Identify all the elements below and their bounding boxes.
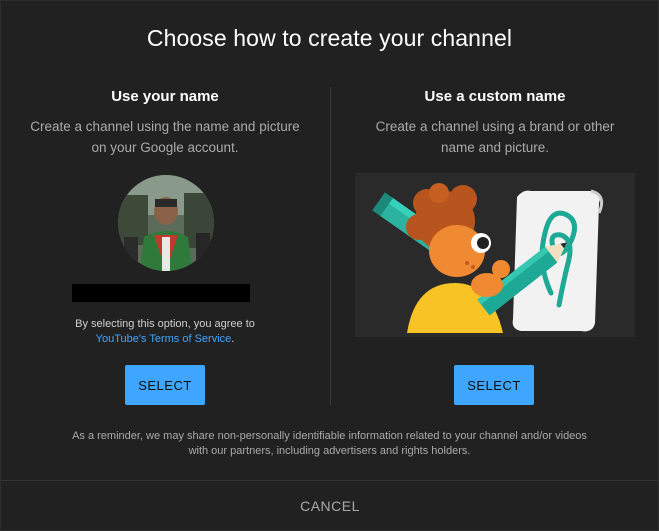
use-custom-name-desc-line2: name and picture. [440, 140, 550, 155]
select-use-your-name-button[interactable]: SELECT [125, 365, 205, 405]
footer-divider [1, 480, 658, 481]
custom-name-illustration [355, 173, 635, 337]
use-custom-name-desc-line1: Create a channel using a brand or other [375, 119, 615, 134]
privacy-reminder-line2: with our partners, including advertisers… [188, 445, 471, 457]
terms-suffix: . [231, 333, 235, 345]
use-your-name-option: Use your name Create a channel using the… [10, 85, 320, 405]
use-your-name-desc-line2: on your Google account. [91, 140, 239, 155]
dialog-title: Choose how to create your channel [146, 25, 513, 51]
cancel-button[interactable]: CANCEL [281, 489, 379, 523]
privacy-reminder-line1: As a reminder, we may share non-personal… [72, 430, 587, 442]
terms-agreement: By selecting this option, you agree to Y… [10, 317, 320, 347]
redacted-account-name [72, 284, 250, 302]
use-custom-name-heading: Use a custom name [424, 88, 566, 105]
use-custom-name-description: Create a channel using a brand or other … [345, 116, 645, 158]
use-your-name-heading: Use your name [111, 88, 219, 105]
profile-avatar [118, 175, 214, 271]
create-channel-dialog: Choose how to create your channel Use yo… [0, 0, 659, 531]
use-your-name-desc-line1: Create a channel using the name and pict… [30, 119, 300, 134]
terms-agreement-text: By selecting this option, you agree to [75, 318, 255, 330]
use-custom-name-option: Use a custom name Create a channel using… [340, 85, 650, 405]
privacy-reminder: As a reminder, we may share non-personal… [1, 429, 658, 459]
use-your-name-description: Create a channel using the name and pict… [15, 116, 315, 158]
terms-of-service-link[interactable]: YouTube's Terms of Service [96, 333, 232, 345]
column-divider [330, 87, 331, 405]
select-custom-name-button[interactable]: SELECT [454, 365, 534, 405]
